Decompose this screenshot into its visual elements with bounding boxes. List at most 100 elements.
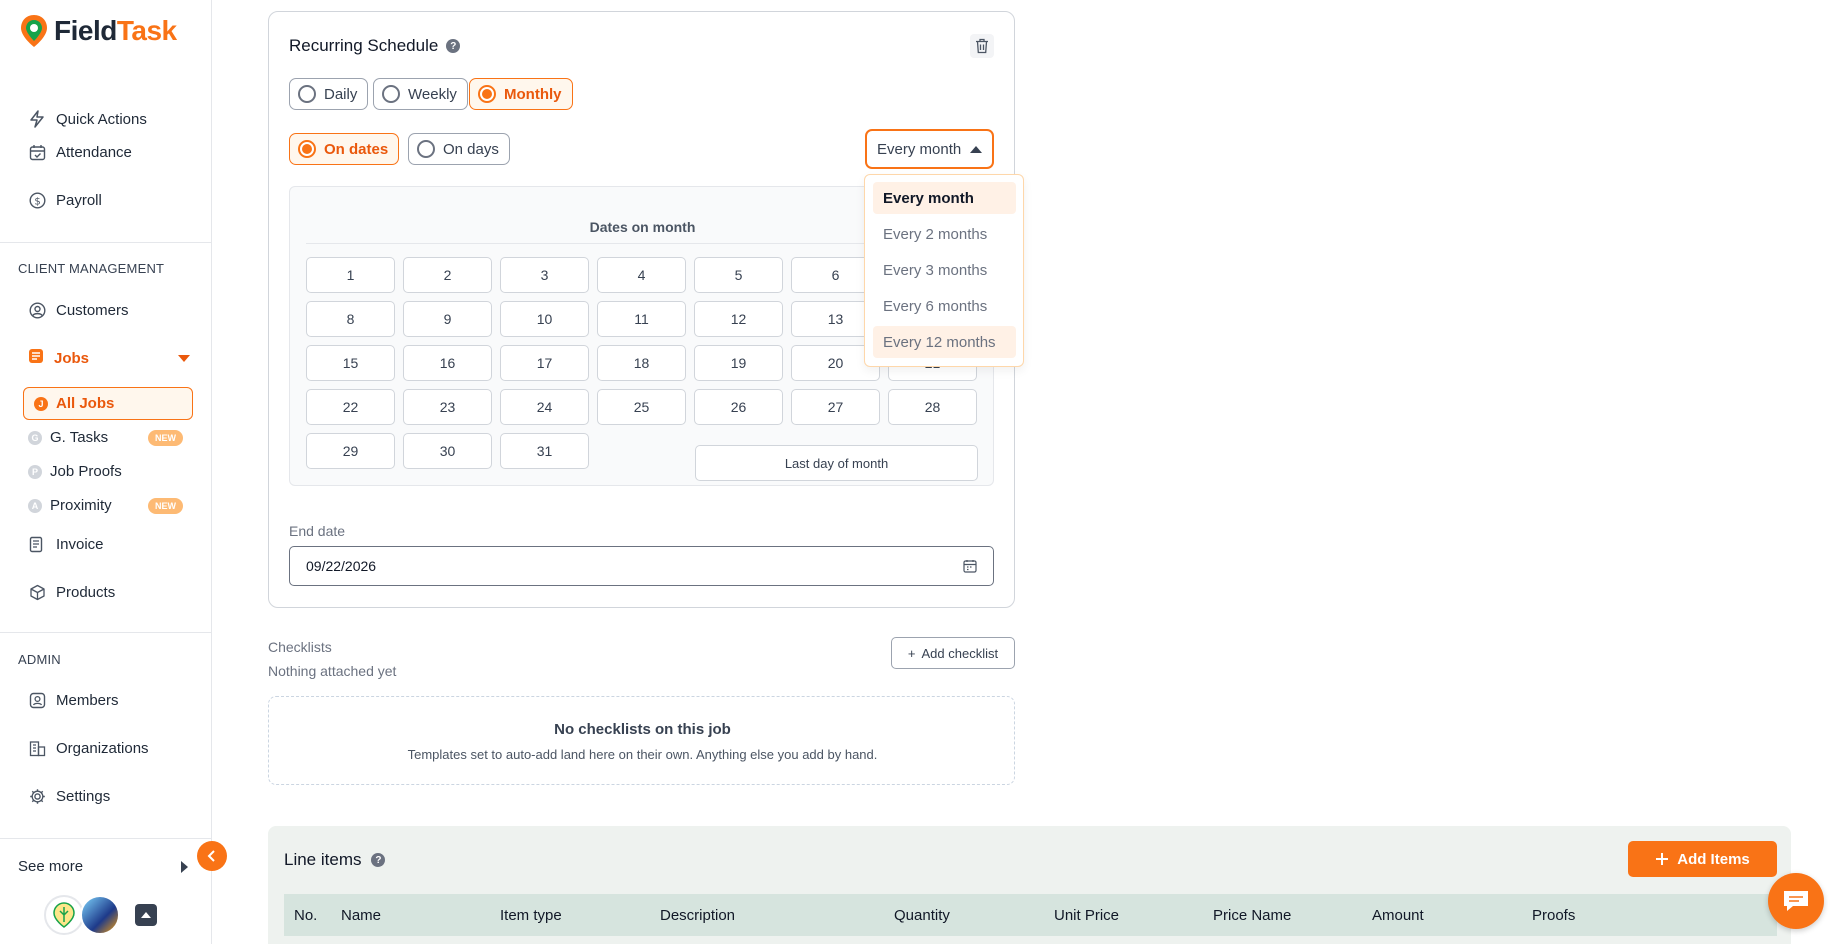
interval-option[interactable]: Every 3 months xyxy=(873,254,1016,286)
line-items-title: Line items ? xyxy=(284,850,386,870)
recurring-schedule-title: Recurring Schedule ? xyxy=(289,36,461,56)
frequency-monthly-radio[interactable]: Monthly xyxy=(469,78,573,110)
date-cell[interactable]: 1 xyxy=(306,257,395,293)
sidebar-item-quick-actions[interactable]: Quick Actions xyxy=(28,110,147,128)
add-checklist-label: Add checklist xyxy=(921,645,999,661)
date-cell[interactable]: 8 xyxy=(306,301,395,337)
column-header[interactable]: No. xyxy=(294,907,317,924)
date-cell[interactable]: 24 xyxy=(500,389,589,425)
frequency-weekly-radio[interactable]: Weekly xyxy=(373,78,468,110)
date-cell[interactable]: 19 xyxy=(694,345,783,381)
interval-select[interactable]: Every month xyxy=(865,129,994,169)
collapse-sidebar-button[interactable] xyxy=(197,841,227,871)
date-cell[interactable]: 25 xyxy=(597,389,686,425)
sidebar-item-g-tasks[interactable]: G G. Tasks NEW xyxy=(28,429,193,446)
sidebar-item-job-proofs[interactable]: P Job Proofs xyxy=(28,463,122,480)
chevron-up-icon xyxy=(970,145,982,153)
line-items-panel: Line items ? Add Items No. Name Item typ… xyxy=(268,826,1791,944)
mode-on-dates-radio[interactable]: On dates xyxy=(289,133,400,165)
date-cell[interactable]: 27 xyxy=(791,389,880,425)
user-avatar[interactable] xyxy=(80,895,120,935)
date-cell[interactable]: 26 xyxy=(694,389,783,425)
date-cell[interactable]: 31 xyxy=(500,433,589,469)
column-header[interactable]: Proofs xyxy=(1532,907,1575,924)
interval-option[interactable]: Every 2 months xyxy=(873,218,1016,250)
date-cell[interactable]: 17 xyxy=(500,345,589,381)
interval-option[interactable]: Every 12 months xyxy=(873,326,1016,358)
sidebar-item-customers[interactable]: Customers xyxy=(28,301,129,319)
date-cell[interactable]: 9 xyxy=(403,301,492,337)
sidebar-item-products[interactable]: Products xyxy=(28,583,115,601)
end-date-input[interactable]: 09/22/2026 xyxy=(289,546,994,586)
sidebar-item-attendance[interactable]: Attendance xyxy=(28,143,132,161)
brand-first: Field xyxy=(54,15,117,46)
delete-schedule-button[interactable] xyxy=(970,34,994,58)
last-day-of-month-button[interactable]: Last day of month xyxy=(695,445,978,481)
date-cell[interactable]: 22 xyxy=(306,389,395,425)
date-cell[interactable]: 28 xyxy=(888,389,977,425)
date-cell[interactable]: 12 xyxy=(694,301,783,337)
sidebar-item-label: Attendance xyxy=(56,143,132,161)
sidebar-item-jobs[interactable]: Jobs xyxy=(28,348,190,368)
line-items-title-text: Line items xyxy=(284,850,362,869)
proximity-icon: A xyxy=(28,498,42,513)
members-icon xyxy=(28,691,46,709)
sidebar: FieldTask Quick Actions Attendance $ Pay… xyxy=(0,0,212,944)
date-cell[interactable]: 16 xyxy=(403,345,492,381)
date-cell[interactable]: 5 xyxy=(694,257,783,293)
column-header[interactable]: Unit Price xyxy=(1054,907,1119,924)
date-cell[interactable]: 3 xyxy=(500,257,589,293)
sidebar-item-label: Job Proofs xyxy=(50,463,122,480)
sidebar-item-settings[interactable]: Settings xyxy=(28,787,110,805)
column-header[interactable]: Quantity xyxy=(894,907,950,924)
help-icon[interactable]: ? xyxy=(446,39,461,53)
column-header[interactable]: Price Name xyxy=(1213,907,1291,924)
mode-on-days-radio[interactable]: On days xyxy=(408,133,510,165)
sidebar-item-invoice[interactable]: Invoice xyxy=(28,535,104,553)
date-cell[interactable]: 23 xyxy=(403,389,492,425)
interval-select-value: Every month xyxy=(877,140,962,158)
sidebar-item-label: Customers xyxy=(56,301,129,319)
chat-icon xyxy=(1784,891,1808,911)
interval-option[interactable]: Every 6 months xyxy=(873,290,1016,322)
column-header[interactable]: Description xyxy=(660,907,735,924)
add-checklist-button[interactable]: + Add checklist xyxy=(891,637,1015,669)
account-menu-button[interactable] xyxy=(135,904,157,926)
radio-label: On days xyxy=(443,140,499,158)
radio-circle xyxy=(382,85,400,103)
help-icon[interactable]: ? xyxy=(371,853,386,867)
column-header[interactable]: Name xyxy=(341,907,381,924)
sidebar-item-label: Settings xyxy=(56,787,111,805)
interval-option[interactable]: Every month xyxy=(873,182,1016,214)
sidebar-item-proximity[interactable]: A Proximity NEW xyxy=(28,497,193,514)
column-header[interactable]: Amount xyxy=(1372,907,1424,924)
date-cell[interactable]: 18 xyxy=(597,345,686,381)
add-items-button[interactable]: Add Items xyxy=(1628,841,1777,877)
see-more-button[interactable]: See more xyxy=(18,858,188,875)
sidebar-item-payroll[interactable]: $ Payroll xyxy=(28,191,102,209)
column-header[interactable]: Item type xyxy=(500,907,562,924)
sidebar-item-label: Quick Actions xyxy=(56,110,147,128)
plus-icon: + xyxy=(907,645,916,661)
date-cell[interactable]: 2 xyxy=(403,257,492,293)
chat-button[interactable] xyxy=(1768,873,1824,929)
sidebar-item-label: Members xyxy=(56,691,119,709)
add-items-label: Add Items xyxy=(1677,850,1750,868)
org-logo-avatar[interactable] xyxy=(44,895,84,935)
date-cell[interactable]: 10 xyxy=(500,301,589,337)
sidebar-item-all-jobs[interactable]: J All Jobs xyxy=(23,387,193,420)
date-cell[interactable]: 15 xyxy=(306,345,395,381)
sidebar-item-organizations[interactable]: Organizations xyxy=(28,739,149,757)
date-cell[interactable]: 11 xyxy=(597,301,686,337)
gear-icon xyxy=(28,787,46,805)
sidebar-item-label: All Jobs xyxy=(56,395,115,412)
calendar-icon[interactable] xyxy=(963,559,977,573)
sidebar-item-members[interactable]: Members xyxy=(28,691,119,709)
account-avatars[interactable] xyxy=(44,895,120,935)
date-cell[interactable]: 29 xyxy=(306,433,395,469)
date-cell[interactable]: 30 xyxy=(403,433,492,469)
frequency-daily-radio[interactable]: Daily xyxy=(289,78,369,110)
jobs-icon xyxy=(28,348,44,368)
logo[interactable]: FieldTask xyxy=(20,14,177,48)
date-cell[interactable]: 4 xyxy=(597,257,686,293)
